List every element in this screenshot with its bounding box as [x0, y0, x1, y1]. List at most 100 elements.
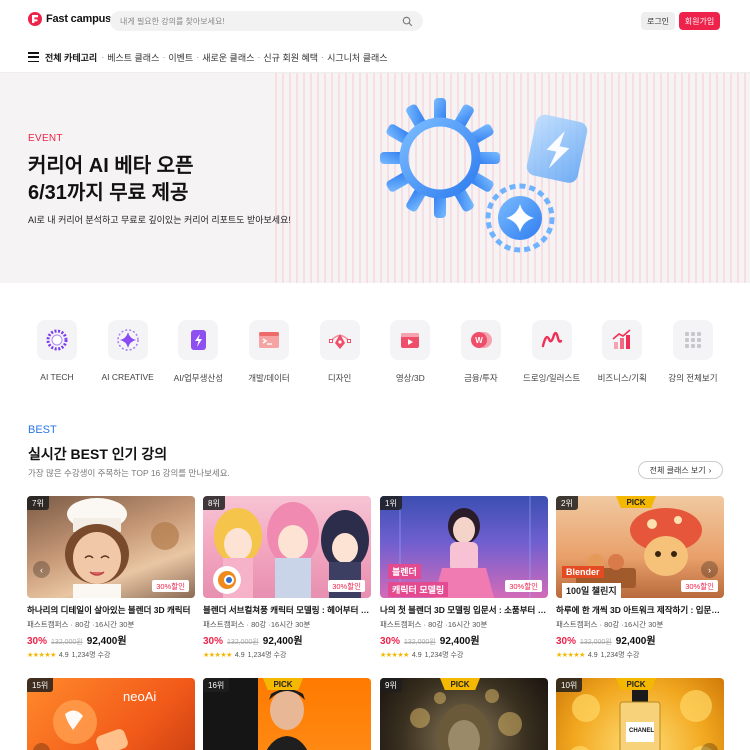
category-label: 강의 전체보기 — [668, 373, 718, 383]
category-view-all[interactable]: 강의 전체보기 — [658, 320, 728, 384]
logo[interactable]: Fast campus — [28, 12, 111, 26]
nav-item-benefit[interactable]: 신규 회원 혜택 — [263, 51, 318, 64]
category-icon-box — [107, 320, 148, 360]
rating-value: 4.9 — [587, 651, 598, 659]
price-row: 30% 132,000원 92,400원 — [203, 632, 371, 647]
category-dev-data[interactable]: 개발/데이터 — [234, 320, 304, 384]
hamburger-menu-icon[interactable] — [28, 52, 39, 62]
price-row: 30% 132,000원 92,400원 — [27, 632, 195, 647]
student-count: 1,234명 수강 — [71, 652, 111, 659]
ai-creative-icon — [116, 329, 139, 351]
nav-item-new[interactable]: 새로운 클래스 — [202, 51, 254, 64]
discount-percent: 30% — [203, 636, 224, 647]
category-video-3d[interactable]: 영상/3D — [375, 320, 445, 384]
course-meta: 패스트캠퍼스 · 80강 ·16시간 30분 — [27, 620, 135, 629]
nav-separator: · — [162, 52, 166, 62]
lightning-doc-icon — [526, 114, 588, 183]
course-card[interactable]: 10위 PICK CHANEL › — [556, 678, 724, 750]
category-label: 디자인 — [327, 373, 352, 383]
rank-badge: 7위 — [27, 496, 49, 510]
course-card[interactable]: 2위 PICK Blender 100일 챌린지 30%할인 › 하루에 한 개… — [556, 496, 724, 660]
signup-button[interactable]: 회원가입 — [679, 12, 720, 30]
category-ai-tech[interactable]: AI TECH — [22, 320, 92, 384]
hero-banner[interactable]: EVENT 커리어 AI 베타 오픈 6/31까지 무료 제공 AI로 내 커리… — [0, 73, 750, 283]
discount-percent: 30% — [380, 636, 401, 647]
terminal-icon — [258, 332, 279, 348]
course-card[interactable]: 16위 PICK — [203, 678, 371, 750]
nav-item-best[interactable]: 베스트 클래스 — [107, 51, 159, 64]
course-title[interactable]: 하나리의 디테일이 살아있는 블렌더 3D 캐릭터 — [27, 604, 195, 616]
login-button[interactable]: 로그인 — [641, 12, 675, 30]
course-card[interactable]: 8위 30%할인 블렌더 서브컬쳐풍 캐릭터 모델링 : 헤어부터 의상까지 패… — [203, 496, 371, 660]
logo-text: Fast campus — [46, 13, 112, 25]
category-icon-box — [531, 320, 572, 360]
course-thumbnail[interactable]: 7위 30%할인 ‹ — [27, 496, 195, 598]
original-price: 132,000원 — [580, 639, 612, 646]
category-business[interactable]: 비즈니스/기획 — [587, 320, 657, 384]
category-label: 드로잉/일러스트 — [523, 373, 581, 383]
logo-mark-icon — [28, 12, 42, 26]
course-thumbnail[interactable]: 2위 PICK Blender 100일 챌린지 30%할인 › — [556, 496, 724, 598]
svg-text:W: W — [475, 336, 483, 345]
search-bar[interactable] — [110, 11, 423, 31]
carousel-next-button[interactable]: › — [701, 561, 718, 578]
rank-badge: 10위 — [556, 678, 583, 692]
view-all-label: 전체 클래스 보기 — [649, 465, 706, 475]
course-title[interactable]: 블렌더 서브컬쳐풍 캐릭터 모델링 : 헤어부터 의상까지 — [203, 604, 371, 616]
rank-badge: 16위 — [203, 678, 230, 692]
thumbnail-label: 100일 챌린지 — [562, 583, 621, 598]
course-card[interactable]: 9위 PICK — [380, 678, 548, 750]
category-drawing[interactable]: 드로잉/일러스트 — [517, 320, 587, 384]
rating-row: ★★★★★ 4.9 1,234명 수강 — [380, 650, 548, 660]
course-thumbnail[interactable]: 16위 PICK — [203, 678, 371, 750]
nav-item-event[interactable]: 이벤트 — [168, 51, 193, 64]
grid-icon — [684, 332, 701, 348]
course-thumbnail[interactable]: 1위 블렌더 캐릭터 모델링 30%할인 — [380, 496, 548, 598]
category-icon-box — [602, 320, 643, 360]
rating-value: 4.9 — [58, 651, 69, 659]
nav-separator: · — [196, 52, 200, 62]
pick-badge: PICK — [440, 678, 480, 690]
hero-illustration — [380, 98, 588, 253]
hero-title: 커리어 AI 베타 오픈 6/31까지 무료 제공 — [28, 153, 193, 207]
main-nav: 전체 카테고리 · 베스트 클래스 · 이벤트 · 새로운 클래스 · 신규 회… — [28, 47, 391, 67]
best-tag: BEST — [28, 424, 57, 436]
thumbnail-label: 블렌더 — [388, 564, 421, 579]
sale-price: 92,400원 — [439, 636, 480, 647]
course-card[interactable]: 15위 neoAi ‹ — [27, 678, 195, 750]
coin-icon: W — [470, 332, 492, 348]
star-rating-icon: ★★★★★ — [556, 652, 585, 659]
course-title[interactable]: 나의 첫 블렌더 3D 모델링 입문서 : 소품부터 캐릭터까지 — [380, 604, 548, 616]
course-thumbnail[interactable]: 10위 PICK CHANEL › — [556, 678, 724, 750]
search-icon[interactable] — [402, 16, 413, 27]
nav-all-categories[interactable]: 전체 카테고리 — [45, 51, 97, 64]
course-thumbnail[interactable]: 8위 30%할인 — [203, 496, 371, 598]
category-ai-creative[interactable]: AI CREATIVE — [93, 320, 163, 384]
hero-tag: EVENT — [28, 133, 63, 144]
rank-badge: 1위 — [380, 496, 402, 510]
course-thumbnail[interactable]: 9위 PICK — [380, 678, 548, 750]
course-meta: 패스트캠퍼스 · 80강 ·16시간 30분 — [556, 620, 664, 629]
course-card[interactable]: 7위 30%할인 ‹ 하나리의 디테일이 살아있는 블렌더 3D 캐릭터 패스트… — [27, 496, 195, 660]
rank-badge: 2위 — [556, 496, 578, 510]
category-finance[interactable]: W 금융/투자 — [446, 320, 516, 384]
rank-badge: 8위 — [203, 496, 225, 510]
search-input[interactable] — [120, 16, 402, 26]
category-design[interactable]: 디자인 — [305, 320, 375, 384]
course-thumbnail[interactable]: 15위 neoAi ‹ — [27, 678, 195, 750]
nav-item-signature[interactable]: 시그니처 클래스 — [327, 51, 387, 64]
discount-percent: 30% — [27, 636, 48, 647]
video-icon — [401, 333, 420, 348]
rank-badge: 15위 — [27, 678, 54, 692]
carousel-prev-button[interactable]: ‹ — [33, 561, 50, 578]
rating-value: 4.9 — [234, 651, 245, 659]
hero-title-line2: 6/31까지 무료 제공 — [28, 182, 189, 204]
course-card[interactable]: 1위 블렌더 캐릭터 모델링 30%할인 나의 첫 블렌더 3D 모델링 입문서… — [380, 496, 548, 660]
category-productivity[interactable]: AI/업무생산성 — [163, 320, 233, 384]
course-title[interactable]: 하루에 한 개씩 3D 아트워크 제작하기 : 입문부터 완성까지 — [556, 604, 724, 616]
course-meta: 패스트캠퍼스 · 80강 ·16시간 30분 — [203, 620, 311, 629]
nav-separator: · — [257, 52, 261, 62]
best-title: 실시간 BEST 인기 강의 — [28, 446, 168, 462]
view-all-classes-button[interactable]: 전체 클래스 보기 › — [638, 461, 723, 479]
sale-price: 92,400원 — [615, 636, 656, 647]
